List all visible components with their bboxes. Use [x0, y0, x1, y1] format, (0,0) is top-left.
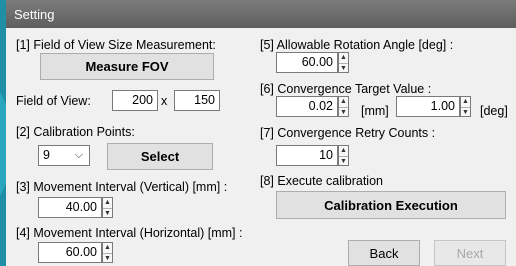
- spin-down-icon[interactable]: ▼: [339, 155, 348, 166]
- select-button[interactable]: Select: [107, 143, 213, 170]
- movement-vertical-input[interactable]: 40.00: [38, 197, 102, 218]
- field-of-view-label: Field of View:: [16, 94, 91, 108]
- calibration-points-dropdown[interactable]: 9 ⌵: [38, 145, 90, 166]
- fov-section-label: [1] Field of View Size Measurement:: [16, 38, 216, 52]
- retry-counts-input[interactable]: 10: [276, 145, 338, 166]
- rotation-angle-spinner[interactable]: ▲ ▼: [338, 52, 349, 73]
- spin-down-icon[interactable]: ▼: [461, 106, 470, 117]
- movement-horizontal-label: [4] Movement Interval (Horizontal) [mm] …: [16, 226, 243, 240]
- spin-up-icon[interactable]: ▲: [103, 198, 112, 208]
- convergence-deg-input[interactable]: 1.00: [396, 96, 460, 117]
- convergence-mm-spinner[interactable]: ▲ ▼: [338, 96, 349, 117]
- calibration-points-label: [2] Calibration Points:: [16, 125, 135, 139]
- convergence-mm-unit: [mm]: [361, 104, 389, 118]
- spin-up-icon[interactable]: ▲: [339, 146, 348, 156]
- spin-up-icon[interactable]: ▲: [103, 243, 112, 253]
- next-button[interactable]: Next: [434, 240, 506, 266]
- chevron-down-icon: ⌵: [74, 149, 83, 161]
- movement-vertical-spinner[interactable]: ▲ ▼: [102, 197, 113, 218]
- spin-up-icon[interactable]: ▲: [461, 97, 470, 107]
- spin-down-icon[interactable]: ▼: [103, 252, 112, 263]
- spin-down-icon[interactable]: ▼: [103, 207, 112, 218]
- execute-calibration-label: [8] Execute calibration: [260, 174, 383, 188]
- window-title: Setting: [6, 0, 516, 28]
- fov-width-input[interactable]: 200: [112, 90, 158, 111]
- setting-panel: [1] Field of View Size Measurement: Meas…: [6, 28, 516, 266]
- convergence-deg-unit: [deg]: [480, 104, 508, 118]
- rotation-angle-input[interactable]: 60.00: [276, 52, 338, 73]
- movement-horizontal-input[interactable]: 60.00: [38, 242, 102, 263]
- calibration-execution-button[interactable]: Calibration Execution: [276, 191, 506, 219]
- retry-counts-label: [7] Convergence Retry Counts :: [260, 126, 436, 140]
- movement-vertical-label: [3] Movement Interval (Vertical) [mm] :: [16, 180, 228, 194]
- fov-x-separator: x: [161, 94, 168, 108]
- convergence-deg-spinner[interactable]: ▲ ▼: [460, 96, 471, 117]
- spin-down-icon[interactable]: ▼: [339, 106, 348, 117]
- spin-up-icon[interactable]: ▲: [339, 53, 348, 63]
- movement-horizontal-spinner[interactable]: ▲ ▼: [102, 242, 113, 263]
- spin-down-icon[interactable]: ▼: [339, 62, 348, 73]
- rotation-angle-label: [5] Allowable Rotation Angle [deg] :: [260, 38, 454, 52]
- convergence-target-label: [6] Convergence Target Value :: [260, 82, 432, 96]
- calibration-points-value: 9: [43, 148, 50, 162]
- measure-fov-button[interactable]: Measure FOV: [40, 53, 214, 80]
- spin-up-icon[interactable]: ▲: [339, 97, 348, 107]
- fov-height-input[interactable]: 150: [174, 90, 220, 111]
- convergence-mm-input[interactable]: 0.02: [276, 96, 338, 117]
- retry-counts-spinner[interactable]: ▲ ▼: [338, 145, 349, 166]
- back-button[interactable]: Back: [348, 240, 420, 266]
